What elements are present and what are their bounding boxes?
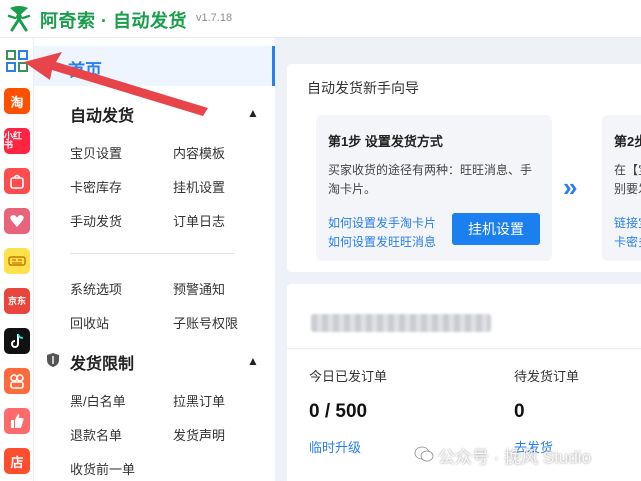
menu-link-subaccount-permissions[interactable]: 子账号权限: [173, 313, 238, 332]
menu-link-order-log[interactable]: 订单日志: [173, 211, 225, 230]
heart-app-icon[interactable]: [4, 208, 30, 234]
jingdong-label: 京东: [7, 295, 26, 306]
wizard-card: 自动发货新手向导 第1步 设置发货方式 买家收货的途径有两种：旺旺消息、手 淘卡…: [287, 64, 641, 272]
app-version: v1.7.18: [196, 12, 233, 24]
pending-orders-label: 待发货订单: [514, 369, 580, 384]
chevron-left-icon: ‹: [46, 56, 52, 73]
platform-rail: 淘 小红书 京东 店: [0, 38, 34, 481]
temporary-upgrade-link[interactable]: 临时升级: [309, 437, 361, 456]
step-2-desc-line2: 别要发: [614, 182, 641, 196]
pending-orders-value: 0: [514, 401, 525, 422]
menu-divider: [70, 253, 235, 254]
menu-home-label: 首页: [68, 61, 102, 80]
menu-group-delivery-limits[interactable]: 发货限制: [70, 350, 134, 374]
menu-link-content-template[interactable]: 内容模板: [173, 143, 225, 162]
link-wangwang-howto[interactable]: 如何设置发旺旺消息: [328, 233, 436, 250]
today-orders-value: 0 / 500: [309, 401, 368, 422]
menu-link-previous-order[interactable]: 收货前一单: [70, 459, 135, 478]
menu-link-card-stock[interactable]: 卡密库存: [70, 177, 122, 196]
side-menu: ‹ 首页 自动发货 ▲ 宝贝设置 内容模板 卡密库存 挂机设置 手动发货 订单日…: [34, 38, 275, 481]
thumbs-up-icon[interactable]: [4, 408, 30, 434]
xianyu-icon[interactable]: [4, 248, 30, 274]
today-orders-label: 今日已发订单: [309, 369, 388, 384]
menu-link-alert-notify[interactable]: 预警通知: [173, 279, 225, 298]
menu-link-blocked-orders[interactable]: 拉黑订单: [173, 391, 225, 410]
wizard-step-2: 第2步 在【宝 别要发 链接宝 卡密多: [602, 115, 641, 261]
wizard-step-1: 第1步 设置发货方式 买家收货的途径有两种：旺旺消息、手 淘卡片。 如何设置发手…: [316, 115, 552, 261]
app-logo-icon: [7, 6, 31, 32]
menu-link-refund-list[interactable]: 退款名单: [70, 425, 122, 444]
step-1-desc-line1: 买家收货的途径有两种：旺旺消息、手: [328, 163, 533, 177]
menu-link-hosting-settings[interactable]: 挂机设置: [173, 177, 225, 196]
home-grid-icon[interactable]: [4, 48, 30, 74]
chevron-up-icon[interactable]: ▲: [247, 106, 259, 120]
hosting-settings-button[interactable]: 挂机设置: [452, 213, 540, 245]
step-2-title: 第2步: [614, 134, 641, 149]
app-title: 阿奇索 · 自动发货: [40, 11, 187, 31]
step-2-desc-line1: 在【宝: [614, 163, 641, 177]
menu-link-delivery-statement[interactable]: 发货声明: [173, 425, 225, 444]
stats-divider: [287, 348, 641, 349]
main-content: 自动发货新手向导 第1步 设置发货方式 买家收货的途径有两种：旺旺消息、手 淘卡…: [275, 38, 641, 481]
shop-name-blurred: [311, 314, 491, 332]
step-1-title: 第1步 设置发货方式: [328, 134, 443, 149]
store-label: 店: [10, 454, 24, 470]
xiaohongshu-label: 小红书: [4, 131, 23, 150]
menu-link-recycle-bin[interactable]: 回收站: [70, 313, 109, 332]
watermark-text: 公众号 · 挽风 Studio: [438, 448, 592, 467]
step-1-desc-line2: 淘卡片。: [328, 182, 377, 196]
menu-group-auto-delivery[interactable]: 自动发货: [70, 102, 134, 126]
taobao-label: 淘: [10, 94, 24, 110]
step-2-link-1[interactable]: 链接宝: [614, 214, 641, 231]
menu-item-home[interactable]: ‹ 首页: [34, 46, 275, 86]
tiktok-icon[interactable]: [4, 328, 30, 354]
chevron-up-icon[interactable]: ▲: [247, 354, 259, 368]
link-taobao-card-howto[interactable]: 如何设置发手淘卡片: [328, 214, 436, 231]
wechat-icon: [414, 446, 434, 462]
menu-link-item-settings[interactable]: 宝贝设置: [70, 143, 122, 162]
gift-bag-icon[interactable]: [4, 168, 30, 194]
menu-link-manual-delivery[interactable]: 手动发货: [70, 211, 122, 230]
app-header: 阿奇索 · 自动发货 v1.7.18: [0, 0, 641, 38]
double-chevron-right-icon: »: [563, 172, 578, 202]
wizard-title: 自动发货新手向导: [307, 80, 419, 96]
xiaohongshu-icon[interactable]: 小红书: [4, 128, 30, 154]
jingdong-icon[interactable]: 京东: [4, 288, 30, 314]
menu-link-black-white-list[interactable]: 黑/白名单: [70, 391, 126, 410]
taobao-icon[interactable]: 淘: [4, 88, 30, 114]
step-2-link-2[interactable]: 卡密多: [614, 233, 641, 250]
store-icon[interactable]: 店: [4, 448, 30, 474]
shield-icon: [47, 353, 59, 367]
menu-link-system-options[interactable]: 系统选项: [70, 279, 122, 298]
kuaishou-icon[interactable]: [4, 368, 30, 394]
